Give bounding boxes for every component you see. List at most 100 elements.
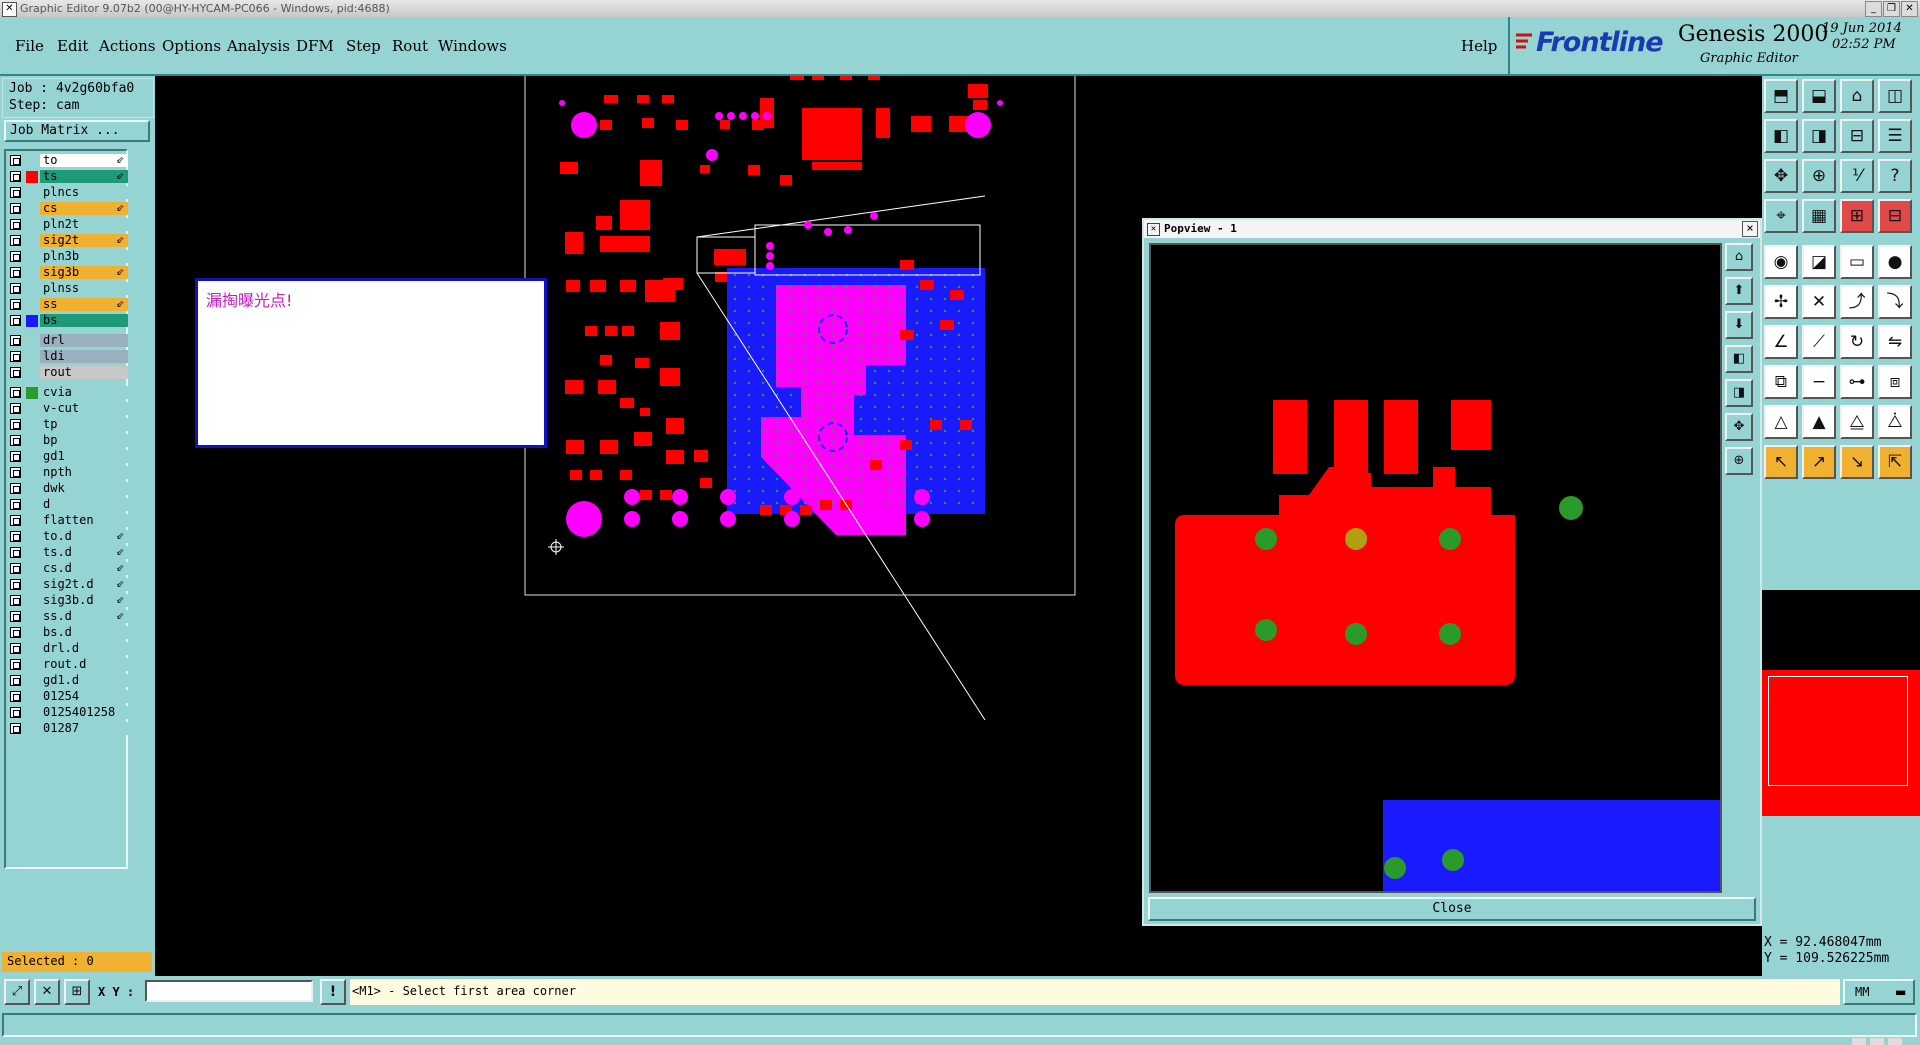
layer-row-flatten[interactable]: flatten: [6, 514, 128, 528]
popview-pan-right-icon[interactable]: ◨: [1725, 379, 1753, 407]
layer-name[interactable]: 01287: [40, 722, 128, 735]
line-red-icon[interactable]: ◪: [1802, 245, 1836, 279]
circle-icon[interactable]: ●: [1878, 245, 1912, 279]
layer-color-swatch[interactable]: [26, 267, 38, 279]
cross-icon[interactable]: ✕: [1802, 285, 1836, 319]
layers-icon[interactable]: ☰: [1878, 119, 1912, 153]
layer-checkbox[interactable]: [10, 367, 21, 378]
layer-name[interactable]: sig2t.d: [40, 578, 128, 591]
menu-edit[interactable]: Edit: [57, 37, 88, 55]
popview-zoom-in-icon[interactable]: ⬆: [1725, 277, 1753, 305]
layer-checkbox[interactable]: [10, 203, 21, 214]
layer-color-swatch[interactable]: [26, 299, 38, 311]
layer-row-drl.d[interactable]: drl.d: [6, 642, 128, 656]
layer-checkbox[interactable]: [10, 187, 21, 198]
rotate-icon[interactable]: ↻: [1840, 325, 1874, 359]
layer-color-swatch[interactable]: [26, 335, 38, 347]
layer-checkbox[interactable]: [10, 351, 21, 362]
layer-row-sig3b[interactable]: sig3b ⇙: [6, 266, 128, 280]
layer-color-swatch[interactable]: [26, 419, 38, 431]
layer-name[interactable]: cs.d: [40, 562, 128, 575]
layer-name[interactable]: npth: [40, 466, 128, 479]
menu-help[interactable]: Help: [1461, 37, 1497, 55]
layer-color-swatch[interactable]: [26, 547, 38, 559]
layer-name[interactable]: cs: [40, 202, 128, 215]
layer-color-swatch[interactable]: [26, 467, 38, 479]
save-icon[interactable]: ⬓: [1802, 79, 1836, 113]
layer-color-swatch[interactable]: [26, 387, 38, 399]
menu-dfm[interactable]: DFM: [296, 37, 334, 55]
popview-center-icon[interactable]: ⊕: [1725, 447, 1753, 475]
layer-row-sig3b.d[interactable]: sig3b.d ⇙: [6, 594, 128, 608]
layer-row-bp[interactable]: bp: [6, 434, 128, 448]
cross-snap-icon[interactable]: ✕: [34, 979, 60, 1005]
layer-row-plnss[interactable]: plnss: [6, 282, 128, 296]
layer-row-ts.d[interactable]: ts.d ⇙: [6, 546, 128, 560]
layer-row-gd1.d[interactable]: gd1.d: [6, 674, 128, 688]
layer-checkbox[interactable]: [10, 171, 21, 182]
pad-icon[interactable]: ◉: [1764, 245, 1798, 279]
layer-row-v-cut[interactable]: v-cut: [6, 402, 128, 416]
home-icon[interactable]: ⌂: [1840, 79, 1874, 113]
menu-step[interactable]: Step: [346, 37, 381, 55]
layer-checkbox[interactable]: [10, 283, 21, 294]
layer-color-swatch[interactable]: [26, 675, 38, 687]
center-icon[interactable]: ⊕: [1802, 159, 1836, 193]
layer-name[interactable]: bp: [40, 434, 128, 447]
layer-color-swatch[interactable]: [26, 691, 38, 703]
layer-row-sig2t.d[interactable]: sig2t.d ⇙: [6, 578, 128, 592]
layer-name[interactable]: plnss: [40, 282, 128, 295]
units-selector[interactable]: MM ▬: [1843, 979, 1915, 1005]
curve-icon[interactable]: ⤵: [1878, 285, 1912, 319]
layer-color-swatch[interactable]: [26, 563, 38, 575]
layer-color-swatch[interactable]: [26, 203, 38, 215]
split-icon[interactable]: ⊟: [1840, 119, 1874, 153]
layer-name[interactable]: ts: [40, 170, 128, 183]
layer-checkbox[interactable]: [10, 547, 21, 558]
layer-name[interactable]: sig3b: [40, 266, 128, 279]
snap-icon[interactable]: ⤢: [4, 979, 30, 1005]
layer-color-swatch[interactable]: [26, 611, 38, 623]
select-net-icon[interactable]: ⇱: [1878, 445, 1912, 479]
layer-name[interactable]: cvia: [40, 386, 128, 399]
layer-name[interactable]: ts.d: [40, 546, 128, 559]
layer-row-cs[interactable]: cs ⇙: [6, 202, 128, 216]
select-icon[interactable]: ↖: [1764, 445, 1798, 479]
layer-row-bs.d[interactable]: bs.d: [6, 626, 128, 640]
layer-checkbox[interactable]: [10, 675, 21, 686]
layer-row-gd1[interactable]: gd1: [6, 450, 128, 464]
layer-checkbox[interactable]: [10, 315, 21, 326]
question-icon[interactable]: ?: [1878, 159, 1912, 193]
layer-name[interactable]: d: [40, 498, 128, 511]
layer-checkbox[interactable]: [10, 515, 21, 526]
layer-row-ts[interactable]: ts ⇙: [6, 170, 128, 184]
layer-checkbox[interactable]: [10, 659, 21, 670]
snap-icon[interactable]: ⌖: [1764, 199, 1798, 233]
layer-checkbox[interactable]: [10, 267, 21, 278]
layer-checkbox[interactable]: [10, 595, 21, 606]
layer-color-swatch[interactable]: [26, 283, 38, 295]
menu-analysis[interactable]: Analysis: [227, 37, 290, 55]
layer-name[interactable]: bs.d: [40, 626, 128, 639]
layer-color-swatch[interactable]: [26, 403, 38, 415]
popview-pan-left-icon[interactable]: ◧: [1725, 345, 1753, 373]
popview-close-button[interactable]: Close: [1148, 897, 1756, 921]
layer-row-bs[interactable]: bs: [6, 314, 128, 328]
layer-checkbox[interactable]: [10, 451, 21, 462]
layer-name[interactable]: flatten: [40, 514, 128, 527]
layer-color-swatch[interactable]: [26, 531, 38, 543]
measure-icon[interactable]: ⊞: [1840, 199, 1874, 233]
layer-name[interactable]: drl.d: [40, 642, 128, 655]
close-window-button[interactable]: ✕: [1901, 1, 1918, 17]
job-matrix-button[interactable]: Job Matrix ...: [4, 120, 150, 142]
layer-row-to[interactable]: to ⇙: [6, 154, 128, 168]
fit-icon[interactable]: ✥: [1764, 159, 1798, 193]
layer-row-01254[interactable]: 01254: [6, 690, 128, 704]
layer-color-swatch[interactable]: [26, 595, 38, 607]
layer-row-d[interactable]: d: [6, 498, 128, 512]
layer-row-ss.d[interactable]: ss.d ⇙: [6, 610, 128, 624]
layer-name[interactable]: drl: [40, 334, 128, 347]
layer-row-rout.d[interactable]: rout.d: [6, 658, 128, 672]
layer-row-dwk[interactable]: dwk: [6, 482, 128, 496]
align-icon[interactable]: ⊟: [1878, 199, 1912, 233]
